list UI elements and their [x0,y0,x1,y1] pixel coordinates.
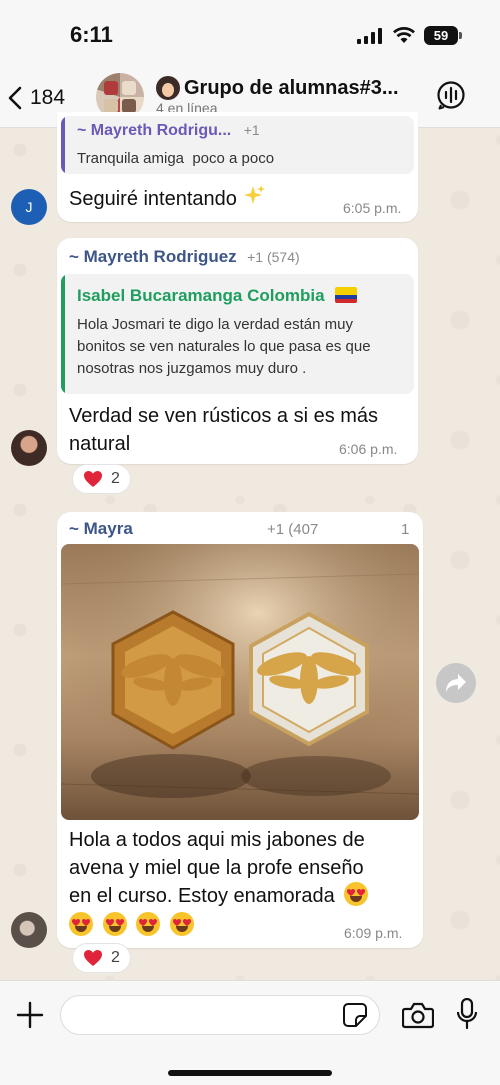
message-text-line: Verdad se ven rústicos a si es más [69,405,379,427]
status-time: 6:11 [70,22,113,47]
quote-text: Tranquila amiga poco a poco [77,150,275,167]
chat-title: Grupo de alumnas#3... [184,76,399,99]
message-text: Seguiré intentando [69,188,237,210]
soap-photo-illustration [61,544,419,820]
sender-phone: +1 (407 [267,521,319,538]
back-button[interactable]: 184 [8,80,65,116]
message-bubble[interactable]: ~ Mayreth Rodriguez +1 (574) Isabel Buca… [57,238,418,464]
sender-avatar[interactable]: J [11,189,47,225]
sender-phone: +1 (574) [247,249,300,265]
quote-sender: ~ Mayreth Rodrigu... [77,122,232,139]
message-text-line: en el curso. Estoy enamorada [69,885,335,907]
heart-icon [84,471,102,487]
sender-phone-suffix: 1 [401,521,410,538]
heart-eyes-emoji-icon [69,912,93,936]
reaction-pill[interactable]: 2 [72,464,131,494]
unread-count: 184 [30,86,66,109]
wifi-icon [393,27,415,43]
back-chevron-icon [8,86,22,110]
quote-sender-extra: +1 [243,122,260,138]
quoted-message[interactable]: Isabel Bucaramanga Colombia Hola Josmari… [61,274,414,394]
message-text-line: avena y miel que la profe enseño [69,857,364,879]
sender-name[interactable]: ~ Mayra [69,519,133,538]
message-time: 6:05 p.m. [343,200,402,216]
avatar-letter: J [25,199,33,215]
home-indicator [168,1070,332,1076]
sticker-icon[interactable] [342,1002,368,1028]
message-input[interactable] [60,995,380,1035]
sender-name[interactable]: ~ Mayreth Rodriguez [69,247,237,266]
message-bubble[interactable]: ~ Mayra +1 (407 1 Hola a todos aqui mis … [57,512,423,948]
woman-emoji-icon [156,76,180,100]
message-time: 6:06 p.m. [339,441,398,457]
heart-eyes-emoji-icon [136,912,161,936]
status-bar: 6:11 59 [0,0,500,70]
battery-indicator: 59 [424,26,462,45]
microphone-icon[interactable] [456,998,478,1030]
forward-button[interactable] [436,663,476,703]
plus-icon[interactable] [14,999,46,1031]
colombia-flag-icon [335,287,358,303]
compose-bar [0,980,500,1085]
sender-avatar[interactable] [11,430,47,466]
heart-icon [84,950,102,966]
reaction-count: 2 [111,470,120,487]
camera-icon[interactable] [402,1001,434,1029]
quote-sender: Isabel Bucaramanga Colombia [77,286,325,305]
reaction-pill[interactable]: 2 [72,943,131,973]
signal-icon [357,28,382,44]
sender-avatar[interactable] [11,912,47,948]
quote-text: Hola Josmari te digo la verdad están muy… [77,316,371,377]
message-text-line: natural [69,433,131,455]
heart-eyes-emoji-icon [102,912,127,936]
chat-title-row[interactable]: Grupo de alumnas#3... [156,76,399,100]
heart-eyes-emoji-icon [344,882,369,906]
quote-bar [61,116,65,174]
voice-chat-icon[interactable] [436,80,466,110]
quoted-message[interactable]: ~ Mayreth Rodrigu... +1 Tranquila amiga … [61,116,414,174]
sparkles-icon [244,185,266,204]
reaction-count: 2 [111,949,120,966]
message-time: 6:09 p.m. [344,925,403,941]
message-bubble[interactable]: ~ Mayreth Rodrigu... +1 Tranquila amiga … [57,112,418,222]
message-photo[interactable] [61,544,419,820]
forward-icon [446,674,466,692]
quote-bar [61,274,65,394]
heart-eyes-emoji-icon [169,912,194,936]
message-text-line: Hola a todos aqui mis jabones de [69,829,365,851]
